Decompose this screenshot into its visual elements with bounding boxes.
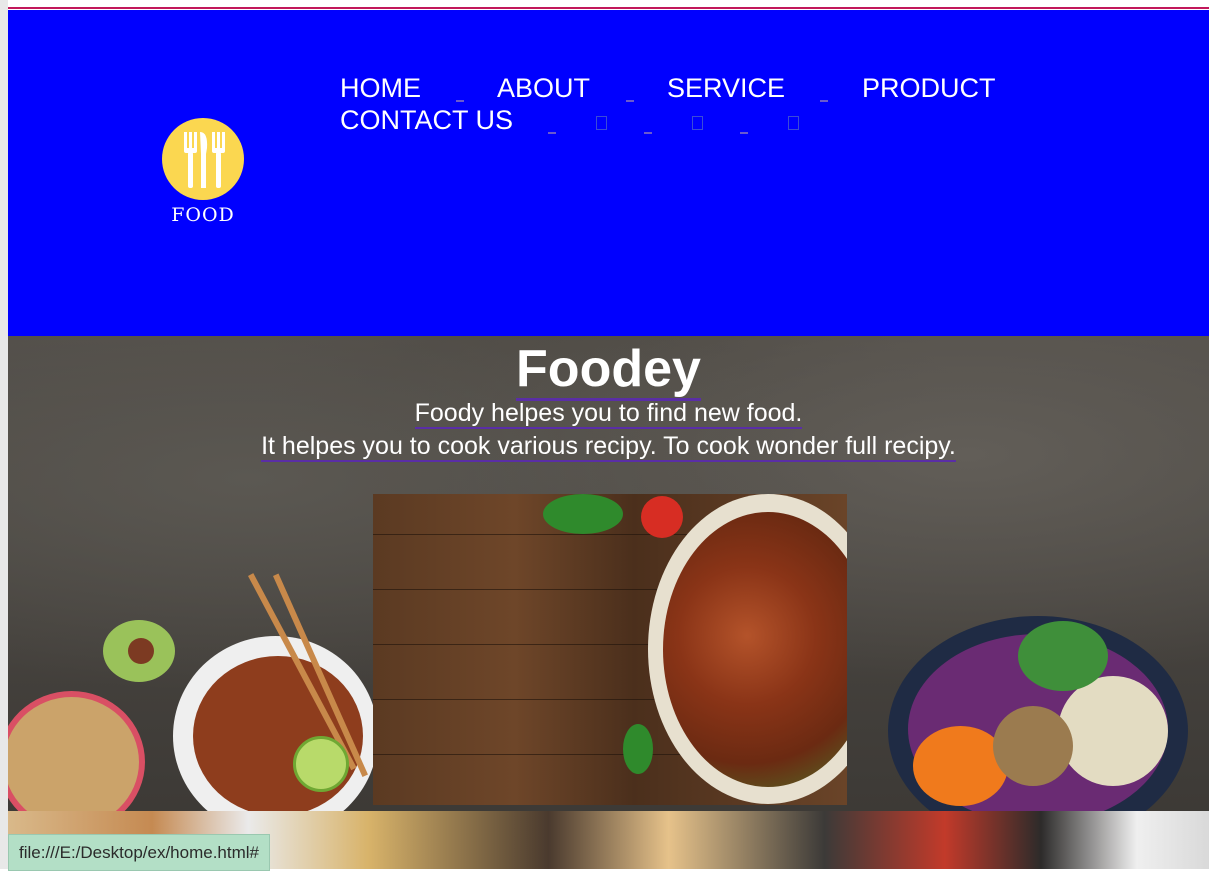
link-underline-artifact xyxy=(820,100,828,102)
main-nav: HOME ABOUT SERVICE PRODUCT CONTACT US xyxy=(340,72,1060,136)
parsley-image xyxy=(623,724,653,774)
hero-tagline-2[interactable]: It helpes you to cook various recipy. To… xyxy=(8,431,1209,462)
soup-bowl-image xyxy=(8,691,145,811)
logo[interactable]: FOOD xyxy=(162,118,244,226)
nav-home-link[interactable]: HOME xyxy=(340,72,421,104)
bean-sprouts-image xyxy=(1058,676,1168,786)
nav-about-link[interactable]: ABOUT xyxy=(497,72,590,104)
browser-status-url: file:///E:/Desktop/ex/home.html# xyxy=(8,834,270,871)
nav-product-link[interactable]: PRODUCT xyxy=(862,72,996,104)
logo-circle xyxy=(162,118,244,200)
hero-section: Foodey Foody helpes you to find new food… xyxy=(8,336,1209,811)
link-underline-artifact xyxy=(548,132,556,134)
nav-row-1: HOME ABOUT SERVICE PRODUCT xyxy=(340,72,1060,104)
missing-glyph-icon[interactable] xyxy=(692,116,703,130)
greens-image xyxy=(1018,621,1108,691)
hero-tagline-2-link[interactable]: It helpes you to cook various recipy. To… xyxy=(261,432,956,462)
top-accent-line xyxy=(8,7,1209,9)
food-photo xyxy=(373,494,847,805)
food-background-left xyxy=(8,573,378,811)
cherry-tomato-image xyxy=(641,496,683,538)
missing-glyph-icon[interactable] xyxy=(788,116,799,130)
hero-tagline-1[interactable]: Foody helpes you to find new food. xyxy=(8,398,1209,429)
parsley-image xyxy=(543,494,623,534)
minced-meat-image xyxy=(993,706,1073,786)
fork-knife-icon xyxy=(184,132,225,188)
logo-text: FOOD xyxy=(171,204,235,226)
hero-tagline-1-link[interactable]: Foody helpes you to find new food. xyxy=(414,399,803,429)
site-header: FOOD HOME ABOUT SERVICE PRODUCT CONTACT … xyxy=(8,10,1209,336)
hero-title[interactable]: Foodey xyxy=(8,340,1209,401)
link-underline-artifact xyxy=(626,100,634,102)
lime-image xyxy=(293,736,349,792)
nav-contact-link[interactable]: CONTACT US xyxy=(340,104,513,136)
link-underline-artifact xyxy=(644,132,652,134)
nav-service-link[interactable]: SERVICE xyxy=(667,72,785,104)
hero-title-link[interactable]: Foodey xyxy=(516,340,701,401)
avocado-seed-image xyxy=(128,638,154,664)
food-background-right xyxy=(858,596,1209,811)
nav-row-2: CONTACT US xyxy=(340,104,1060,136)
missing-glyph-icon[interactable] xyxy=(596,116,607,130)
link-underline-artifact xyxy=(456,100,464,102)
window-edge xyxy=(0,0,8,869)
link-underline-artifact xyxy=(740,132,748,134)
